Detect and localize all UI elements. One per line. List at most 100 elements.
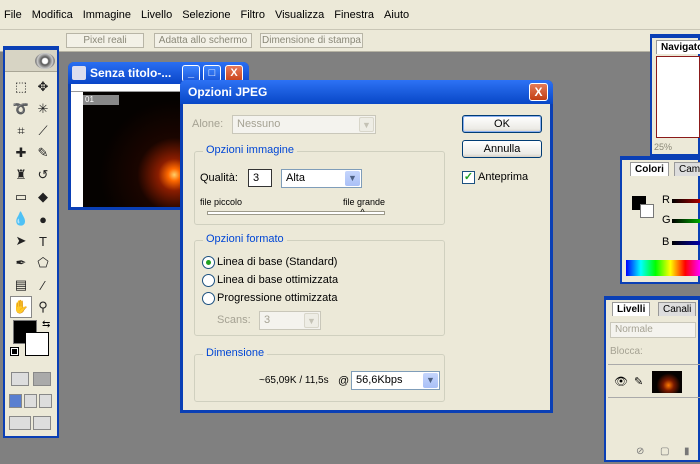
menu-finestra[interactable]: Finestra — [334, 9, 374, 21]
format-options-title: Opzioni formato — [203, 233, 287, 245]
modem-speed-select[interactable]: 56,6Kbps ▼ — [351, 371, 440, 390]
menu-bar: File Modifica Immagine Livello Selezione… — [0, 0, 700, 30]
imageready-icon[interactable] — [33, 416, 51, 430]
g-slider[interactable] — [672, 219, 700, 223]
size-group: Dimensione ~65,09K / 11,5s @ 56,6Kbps ▼ — [194, 347, 445, 402]
color-bg-swatch[interactable] — [640, 204, 654, 218]
tab-channels[interactable]: Canali — [658, 302, 697, 316]
fit-screen-button[interactable]: Adatta allo schermo — [154, 33, 252, 48]
quality-input[interactable]: 3 — [248, 169, 272, 187]
lasso-tool-icon[interactable]: ➰ — [10, 98, 32, 120]
blur-tool-icon[interactable]: 💧 — [10, 208, 32, 230]
screen-mode-full-menu-icon[interactable] — [24, 394, 37, 408]
quality-value: 3 — [253, 172, 260, 184]
eyedropper-icon[interactable]: ⁄ — [32, 274, 54, 296]
quality-preset-select[interactable]: Alta ▼ — [281, 169, 362, 188]
menu-aiuto[interactable]: Aiuto — [384, 9, 409, 21]
channel-g-label: G — [662, 214, 671, 226]
preview-label: Anteprima — [478, 171, 529, 183]
radio-progressive[interactable] — [202, 292, 215, 305]
magic-wand-tool-icon[interactable]: ✳ — [32, 98, 54, 120]
navigator-preview[interactable] — [656, 56, 700, 138]
zoom-tool-icon[interactable]: ⚲ — [32, 296, 54, 318]
crop-tool-icon[interactable]: ⌗ — [10, 120, 32, 142]
default-colors-icon[interactable] — [10, 347, 19, 356]
menu-selezione[interactable]: Selezione — [182, 9, 230, 21]
menu-modifica[interactable]: Modifica — [32, 9, 73, 21]
jump-to-imageready-icon[interactable] — [9, 416, 31, 430]
menu-filtro[interactable]: Filtro — [241, 9, 265, 21]
brush-tool-icon[interactable]: ✎ — [32, 142, 54, 164]
scans-select[interactable]: 3 ▼ — [259, 311, 321, 330]
quality-slider-thumb[interactable]: ^ — [360, 207, 364, 217]
scans-label: Scans: — [217, 314, 251, 326]
radio-baseline-standard[interactable] — [202, 256, 215, 269]
channel-r-label: R — [662, 194, 670, 206]
matte-select[interactable]: Nessuno ▼ — [232, 115, 376, 134]
r-slider[interactable] — [672, 199, 700, 203]
menu-immagine[interactable]: Immagine — [83, 9, 131, 21]
marquee-tool-icon[interactable]: ⬚ — [10, 76, 32, 98]
navigator-zoom[interactable]: 25% — [654, 142, 672, 152]
healing-brush-icon[interactable]: ✚ — [10, 142, 32, 164]
lock-label: Blocca: — [610, 346, 643, 357]
menu-visualizza[interactable]: Visualizza — [275, 9, 324, 21]
move-tool-icon[interactable]: ✥ — [32, 76, 54, 98]
new-layer-icon[interactable]: ▢ — [660, 446, 669, 457]
channel-b-label: B — [662, 236, 670, 248]
photoshop-logo-icon[interactable] — [35, 53, 55, 69]
eye-icon[interactable]: 👁 — [614, 375, 628, 388]
small-file-label: file piccolo — [200, 197, 243, 207]
eraser-tool-icon[interactable]: ▭ — [10, 186, 32, 208]
actual-pixels-button[interactable]: Pixel reali — [66, 33, 144, 48]
scans-value: 3 — [264, 314, 271, 326]
size-title: Dimensione — [203, 347, 268, 359]
toolbox: ⬚ ✥ ➰ ✳ ⌗ ⟋ ✚ ✎ ♜ ↺ ▭ ◆ 💧 ● ➤ T ✒ ⬠ ▤ ⁄ … — [3, 46, 59, 438]
b-slider[interactable] — [672, 241, 700, 245]
hand-tool-icon[interactable]: ✋ — [10, 296, 32, 318]
tab-navigator[interactable]: Navigato — [656, 40, 700, 54]
screen-mode-standard-icon[interactable] — [9, 394, 22, 408]
blend-mode-select[interactable]: Normale — [610, 322, 696, 338]
paint-bucket-icon[interactable]: ◆ — [32, 186, 54, 208]
shape-tool-icon[interactable]: ⬠ — [32, 252, 54, 274]
layer-row[interactable]: 👁 ✎ — [608, 364, 700, 398]
tab-layers[interactable]: Livelli — [612, 302, 651, 316]
menu-livello[interactable]: Livello — [141, 9, 172, 21]
history-brush-icon[interactable]: ↺ — [32, 164, 54, 186]
background-color-swatch[interactable] — [25, 332, 49, 356]
quality-slider[interactable] — [207, 211, 385, 215]
tab-colors[interactable]: Colori — [630, 162, 669, 176]
vertical-ruler — [71, 92, 83, 207]
tool-grid: ⬚ ✥ ➰ ✳ ⌗ ⟋ ✚ ✎ ♜ ↺ ▭ ◆ 💧 ● ➤ T ✒ ⬠ ▤ ⁄ … — [10, 76, 54, 318]
swap-colors-icon[interactable]: ⇆ — [42, 319, 50, 330]
delete-layer-icon[interactable]: ▮ — [684, 446, 690, 457]
chevron-down-icon: ▼ — [304, 313, 319, 328]
slice-tool-icon[interactable]: ⟋ — [32, 120, 54, 142]
cancel-button[interactable]: Annulla — [462, 140, 542, 158]
layer-effects-icon[interactable]: ⊘ — [636, 446, 644, 457]
jpeg-options-dialog: Opzioni JPEG X Alone: Nessuno ▼ OK Annul… — [180, 80, 553, 413]
notes-tool-icon[interactable]: ▤ — [10, 274, 32, 296]
type-tool-icon[interactable]: T — [32, 230, 54, 252]
navigator-palette: Navigato 25% — [650, 34, 700, 156]
quick-mask-icon[interactable] — [33, 372, 51, 386]
radio-baseline-optimized[interactable] — [202, 274, 215, 287]
menu-file[interactable]: File — [4, 9, 22, 21]
ok-button[interactable]: OK — [462, 115, 542, 133]
standard-mode-icon[interactable] — [11, 372, 29, 386]
dodge-tool-icon[interactable]: ● — [32, 208, 54, 230]
color-ramp[interactable] — [626, 260, 700, 276]
preview-checkbox[interactable]: ✓ — [462, 171, 475, 184]
screen-mode-full-icon[interactable] — [39, 394, 52, 408]
tab-swatches[interactable]: Camp — [674, 162, 700, 176]
print-size-button[interactable]: Dimensione di stampa — [260, 33, 363, 48]
clone-stamp-icon[interactable]: ♜ — [10, 164, 32, 186]
format-options-group: Opzioni formato Linea di base (Standard)… — [194, 233, 445, 336]
layer-thumbnail — [652, 371, 682, 393]
pen-tool-icon[interactable]: ✒ — [10, 252, 32, 274]
path-select-icon[interactable]: ➤ — [10, 230, 32, 252]
large-file-label: file grande — [343, 197, 386, 207]
dialog-close-button[interactable]: X — [529, 83, 548, 101]
colors-palette: Colori Camp R G B — [620, 156, 700, 284]
